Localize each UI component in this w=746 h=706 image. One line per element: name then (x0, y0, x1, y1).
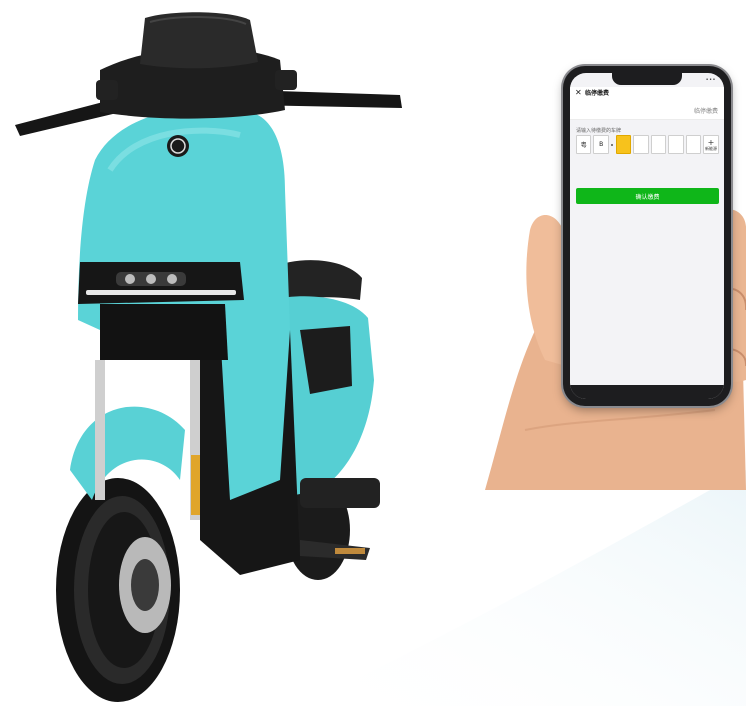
phone-bottom-bezel (570, 385, 724, 399)
status-indicator: ••• (705, 77, 716, 83)
close-icon[interactable]: ✕ (575, 88, 582, 98)
subheader-link[interactable]: 临停缴费 (694, 106, 718, 115)
smartphone: ••• ✕ 临停缴费 临停缴费 请输入待缴费的车牌 粤 B + 新能源 确认缴费 (563, 66, 731, 406)
plate-char-box-active[interactable] (615, 135, 632, 154)
headlight-strip (86, 290, 236, 295)
new-energy-plate-button[interactable]: + 新能源 (702, 135, 719, 154)
app-titlebar: ✕ 临停缴费 (570, 87, 724, 101)
front-fork-left (95, 360, 105, 500)
plate-char-box[interactable] (633, 135, 649, 154)
phone-notch (612, 73, 682, 85)
plate-char-box[interactable] (668, 135, 684, 154)
plate-prompt: 请输入待缴费的车牌 (576, 128, 622, 134)
plate-separator-dot (611, 135, 614, 154)
plus-icon: + (707, 137, 715, 147)
page-title: 临停缴费 (585, 90, 610, 97)
confirm-payment-button[interactable]: 确认缴费 (576, 188, 719, 204)
plate-char-box[interactable] (685, 135, 701, 154)
subheader: 临停缴费 (570, 101, 724, 120)
plate-province-box[interactable]: 粤 (576, 135, 592, 154)
electric-scooter-image (15, 12, 402, 702)
plate-letter-box[interactable]: B (593, 135, 609, 154)
phone-screen: ••• ✕ 临停缴费 临停缴费 请输入待缴费的车牌 粤 B + 新能源 确认缴费 (570, 73, 724, 399)
new-energy-label: 新能源 (704, 145, 717, 151)
plate-number-input[interactable]: 粤 B + 新能源 (576, 135, 719, 154)
plate-char-box[interactable] (650, 135, 667, 154)
